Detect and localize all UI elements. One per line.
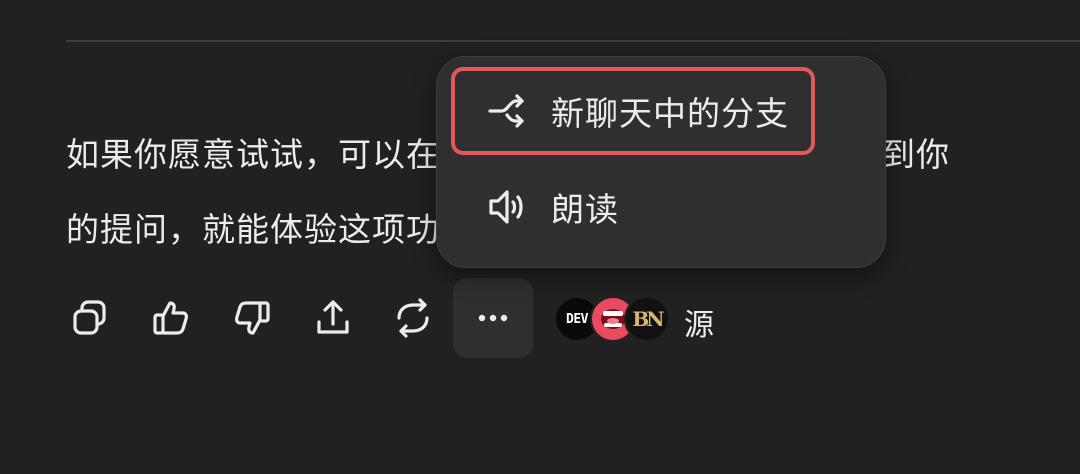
regenerate-button[interactable] [373, 278, 453, 358]
more-button[interactable] [453, 278, 533, 358]
sources-label: 源 [684, 308, 714, 343]
menu-item-read-aloud-label: 朗读 [551, 190, 619, 229]
regenerate-icon [397, 298, 429, 338]
menu-item-read-aloud[interactable]: 朗读 [455, 163, 819, 251]
divider [66, 40, 1080, 42]
branch-icon [488, 94, 524, 128]
more-dots-icon [478, 314, 508, 322]
share-icon [317, 300, 349, 334]
copy-icon [73, 300, 106, 335]
thumbs-down-icon [235, 301, 270, 335]
like-button[interactable] [131, 278, 211, 358]
bn-logo-icon: BN [624, 296, 670, 342]
more-actions-menu: 新聊天中的分支 朗读 [436, 56, 886, 268]
copy-button[interactable] [50, 278, 130, 358]
share-button[interactable] [293, 278, 373, 358]
speaker-icon [489, 190, 523, 224]
thumbs-up-icon [153, 301, 188, 335]
menu-item-branch-new-chat[interactable]: 新聊天中的分支 [451, 67, 815, 155]
dislike-button[interactable] [212, 278, 292, 358]
menu-item-branch-label: 新聊天中的分支 [551, 94, 789, 133]
